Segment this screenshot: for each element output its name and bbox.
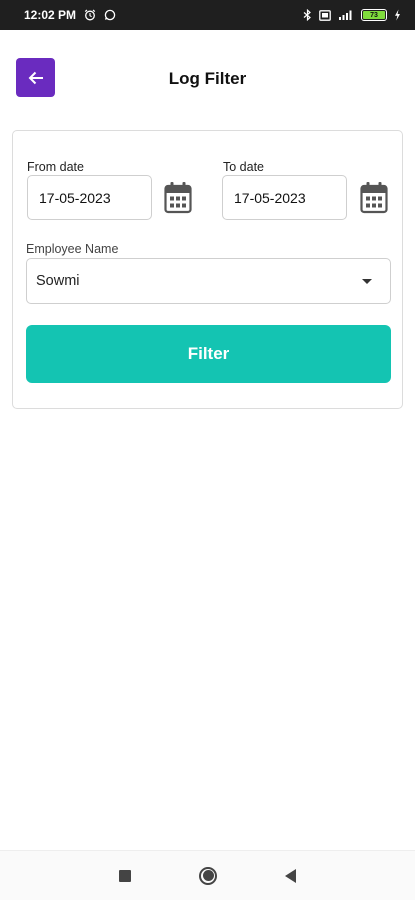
sim-card-icon bbox=[319, 9, 331, 21]
from-date-field[interactable]: 17-05-2023 bbox=[27, 175, 152, 220]
employee-name-label: Employee Name bbox=[26, 242, 119, 256]
filter-button[interactable]: Filter bbox=[26, 325, 391, 383]
to-date-field[interactable]: 17-05-2023 bbox=[222, 175, 347, 220]
status-bar: 12:02 PM 73 bbox=[0, 0, 415, 30]
home-icon-inner bbox=[202, 870, 214, 881]
back-button[interactable] bbox=[16, 58, 55, 97]
employee-selected-value: Sowmi bbox=[36, 273, 80, 289]
battery-fill: 73 bbox=[363, 11, 385, 19]
charging-icon bbox=[394, 9, 401, 21]
to-date-label: To date bbox=[223, 160, 265, 174]
filter-card: From date 17-05-2023 To date 17-05-2023 … bbox=[12, 130, 403, 409]
signal-icon bbox=[338, 9, 354, 21]
status-time: 12:02 PM bbox=[24, 8, 77, 22]
alarm-icon bbox=[84, 9, 96, 21]
whatsapp-icon bbox=[104, 9, 116, 21]
employee-select[interactable]: Sowmi bbox=[26, 258, 391, 304]
status-left: 12:02 PM bbox=[24, 8, 116, 22]
system-nav-bar bbox=[0, 850, 415, 900]
page-title: Log Filter bbox=[168, 69, 247, 88]
to-date-calendar-icon[interactable] bbox=[359, 181, 389, 219]
back-triangle-icon[interactable] bbox=[285, 868, 296, 883]
battery-level: 73 bbox=[370, 11, 378, 19]
from-date-calendar-icon[interactable] bbox=[163, 181, 193, 219]
home-icon[interactable] bbox=[199, 866, 217, 885]
chevron-down-icon bbox=[362, 278, 372, 284]
from-date-label: From date bbox=[27, 160, 84, 174]
recent-apps-icon[interactable] bbox=[119, 869, 131, 882]
arrow-left-icon bbox=[28, 71, 43, 84]
bluetooth-icon bbox=[303, 9, 312, 21]
status-right: 73 bbox=[303, 9, 401, 21]
battery-icon: 73 bbox=[361, 9, 387, 21]
header: Log Filter bbox=[0, 58, 415, 100]
